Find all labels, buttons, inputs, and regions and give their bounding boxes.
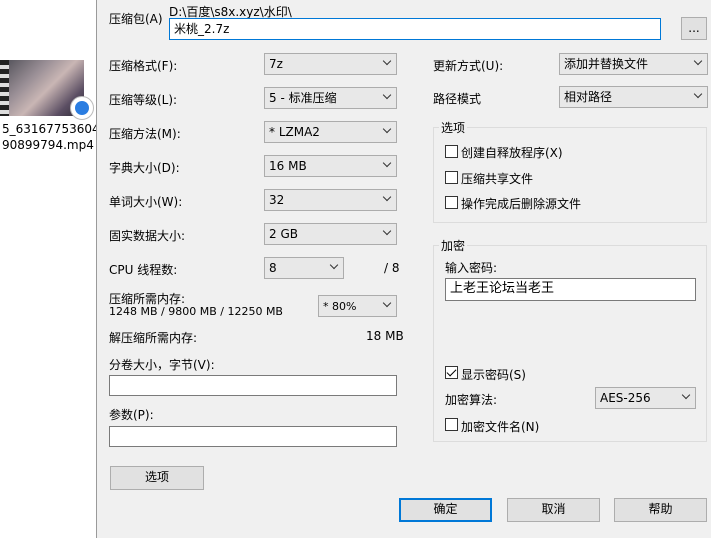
path-value: 相对路径	[564, 90, 613, 104]
chevron-down-icon	[694, 94, 702, 100]
chevron-down-icon	[383, 61, 391, 67]
word-select[interactable]: 32	[264, 189, 397, 211]
encrypt-group-title: 加密	[439, 237, 468, 254]
help-button[interactable]: 帮助	[614, 498, 707, 522]
chevron-down-icon	[383, 129, 391, 135]
solid-label: 固实数据大小:	[109, 229, 186, 243]
word-label: 单词大小(W):	[109, 195, 183, 209]
cancel-button[interactable]: 取消	[507, 498, 600, 522]
sfx-label[interactable]: 创建自释放程序(X)	[461, 144, 563, 161]
chevron-down-icon	[383, 231, 391, 237]
options-group-title: 选项	[439, 119, 468, 136]
format-select[interactable]: 7z	[264, 53, 397, 75]
format-value: 7z	[269, 57, 283, 71]
split-size-input[interactable]	[109, 375, 397, 396]
format-label: 压缩格式(F):	[109, 59, 178, 73]
shared-checkbox[interactable]	[445, 171, 458, 184]
delete-label[interactable]: 操作完成后删除源文件	[461, 195, 581, 212]
chevron-down-icon	[682, 395, 690, 401]
split-label: 分卷大小，字节(V):	[109, 358, 215, 372]
sync-badge-icon	[70, 96, 94, 120]
chevron-down-icon	[383, 303, 391, 309]
dict-select[interactable]: 16 MB	[264, 155, 397, 177]
encrypt-names-label[interactable]: 加密文件名(N)	[461, 418, 539, 435]
path-label: 路径模式	[433, 92, 482, 106]
encrypt-names-checkbox[interactable]	[445, 418, 458, 431]
film-strip-icon	[0, 60, 9, 116]
chevron-down-icon[interactable]	[647, 26, 655, 32]
file-explorer-pane: 5_63167753604 90899794.mp4	[0, 0, 100, 538]
level-select[interactable]: 5 - 标准压缩	[264, 87, 397, 109]
algo-select[interactable]: AES-256	[595, 387, 696, 409]
level-label: 压缩等级(L):	[109, 93, 178, 107]
chevron-down-icon	[383, 163, 391, 169]
file-name-line1[interactable]: 5_63167753604	[2, 122, 100, 137]
method-label: 压缩方法(M):	[109, 127, 181, 141]
cpu-value: 8	[269, 261, 277, 275]
cpu-label: CPU 线程数:	[109, 263, 178, 277]
password-label: 输入密码:	[445, 261, 498, 275]
word-value: 32	[269, 193, 285, 207]
dict-label: 字典大小(D):	[109, 161, 180, 175]
options-button[interactable]: 选项	[110, 466, 204, 490]
method-value: * LZMA2	[269, 125, 320, 139]
archive-label: 压缩包(A)	[109, 12, 163, 26]
params-label: 参数(P):	[109, 408, 154, 422]
sfx-checkbox[interactable]	[445, 145, 458, 158]
chevron-down-icon	[383, 95, 391, 101]
dict-value: 16 MB	[269, 159, 307, 173]
algo-label: 加密算法:	[445, 393, 498, 407]
delete-checkbox[interactable]	[445, 196, 458, 209]
solid-value: 2 GB	[269, 227, 298, 241]
browse-button[interactable]: ...	[681, 17, 707, 40]
decomp-value: 18 MB	[366, 329, 404, 343]
chevron-down-icon[interactable]	[382, 383, 390, 389]
archive-name-input[interactable]: 米桃_2.7z	[169, 18, 661, 40]
shared-label[interactable]: 压缩共享文件	[461, 170, 533, 187]
chevron-down-icon	[383, 197, 391, 203]
cpu-total: / 8	[384, 261, 400, 275]
file-name-line2[interactable]: 90899794.mp4	[2, 138, 94, 153]
ok-button[interactable]: 确定	[399, 498, 492, 522]
decomp-label: 解压缩所需内存:	[109, 331, 198, 345]
update-select[interactable]: 添加并替换文件	[559, 53, 708, 75]
show-password-label[interactable]: 显示密码(S)	[461, 366, 526, 383]
mem-percent-value: * 80%	[323, 300, 357, 313]
password-value: 上老王论坛当老王	[450, 281, 555, 296]
mem-value: 1248 MB / 9800 MB / 12250 MB	[109, 305, 283, 318]
update-label: 更新方式(U):	[433, 59, 504, 73]
cpu-select[interactable]: 8	[264, 257, 344, 279]
archive-name-value: 米桃_2.7z	[174, 22, 230, 36]
method-select[interactable]: * LZMA2	[264, 121, 397, 143]
solid-select[interactable]: 2 GB	[264, 223, 397, 245]
add-to-archive-dialog: 压缩包(A) D:\百度\s8x.xyz\水印\ 米桃_2.7z ... 压缩格…	[96, 0, 711, 538]
level-value: 5 - 标准压缩	[269, 91, 337, 105]
params-input[interactable]	[109, 426, 397, 447]
show-password-checkbox[interactable]	[445, 366, 458, 379]
chevron-down-icon	[330, 265, 338, 271]
chevron-down-icon	[694, 61, 702, 67]
update-value: 添加并替换文件	[564, 57, 649, 71]
mem-percent-select[interactable]: * 80%	[318, 295, 397, 317]
path-select[interactable]: 相对路径	[559, 86, 708, 108]
algo-value: AES-256	[600, 391, 651, 405]
password-input[interactable]: 上老王论坛当老王	[445, 278, 696, 301]
